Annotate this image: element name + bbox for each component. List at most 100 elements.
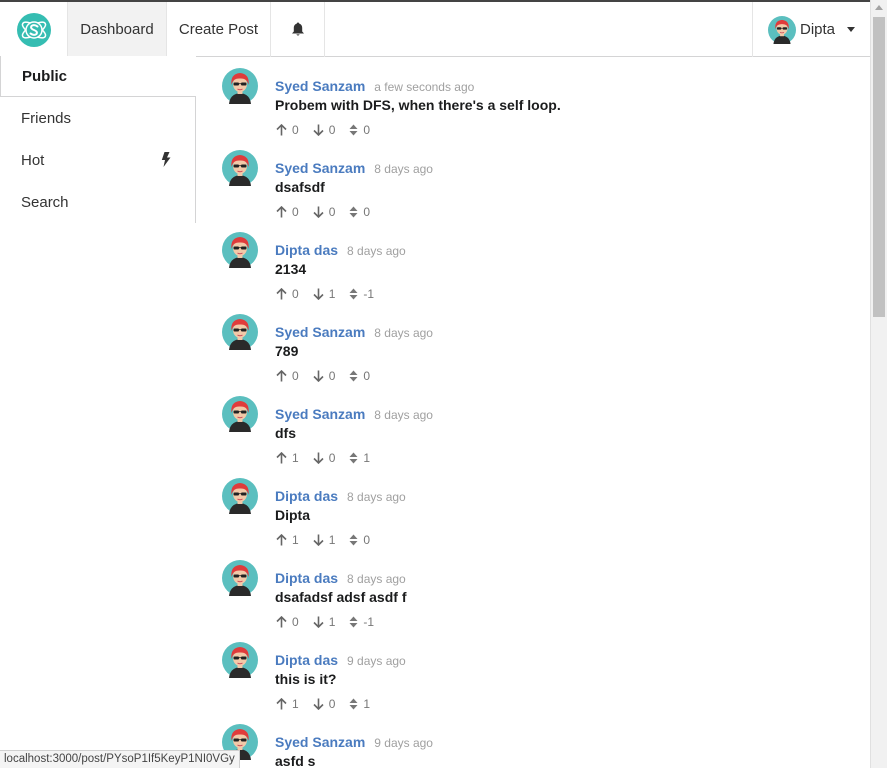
post-author-link[interactable]: Syed Sanzam	[275, 406, 365, 422]
sidebar-menu: Public Friends Hot Search	[0, 56, 196, 223]
author-avatar[interactable]	[222, 560, 258, 596]
downvote-button[interactable]: 0	[313, 697, 336, 711]
post-text[interactable]: Dipta	[275, 507, 310, 523]
upvote-button[interactable]: 1	[276, 697, 299, 711]
nav-create-post[interactable]: Create Post	[167, 2, 271, 57]
bell-icon	[291, 22, 304, 36]
bolt-icon	[161, 152, 171, 167]
upvote-count: 1	[292, 697, 299, 711]
post-author-link[interactable]: Syed Sanzam	[275, 734, 365, 750]
score: 0	[349, 533, 370, 547]
downvote-button[interactable]: 1	[313, 533, 336, 547]
page-scrollbar[interactable]	[870, 0, 887, 768]
post-author-link[interactable]: Dipta das	[275, 570, 338, 586]
post-meta: Dipta das 8 days ago	[275, 242, 406, 258]
post-votes: 0 1 -1	[276, 287, 388, 301]
score: 1	[349, 697, 370, 711]
score: -1	[349, 615, 374, 629]
arrow-up-icon	[276, 124, 287, 136]
scrollbar-thumb[interactable]	[873, 17, 885, 317]
downvote-button[interactable]: 1	[313, 615, 336, 629]
post-author-link[interactable]: Dipta das	[275, 652, 338, 668]
post-author-link[interactable]: Dipta das	[275, 488, 338, 504]
downvote-button[interactable]: 0	[313, 451, 335, 465]
post-text[interactable]: dsafadsf adsf asdf f	[275, 589, 406, 605]
post-author-link[interactable]: Syed Sanzam	[275, 78, 365, 94]
downvote-count: 0	[328, 697, 336, 711]
feed-post: Dipta das 9 days ago this is it? 1 0 1	[222, 642, 862, 724]
author-avatar[interactable]	[222, 150, 258, 186]
upvote-button[interactable]: 0	[276, 369, 299, 383]
post-text[interactable]: Probem with DFS, when there's a self loo…	[275, 97, 561, 113]
author-avatar[interactable]	[222, 232, 258, 268]
score: 0	[349, 123, 370, 137]
post-text[interactable]: 2134	[275, 261, 306, 277]
post-text[interactable]: dfs	[275, 425, 296, 441]
arrow-up-icon	[276, 452, 287, 464]
arrow-down-icon	[313, 452, 324, 464]
author-avatar[interactable]	[222, 314, 258, 350]
logo[interactable]	[0, 2, 68, 57]
sort-icon	[349, 370, 358, 382]
score-value: -1	[363, 287, 375, 301]
author-avatar[interactable]	[222, 68, 258, 104]
scroll-up-icon[interactable]	[875, 5, 883, 10]
upvote-button[interactable]: 0	[276, 205, 299, 219]
upvote-count: 0	[292, 615, 299, 629]
feed-post: Syed Sanzam 9 days ago asfd s	[222, 724, 862, 768]
downvote-button[interactable]: 0	[313, 369, 335, 383]
post-text[interactable]: asfd s	[275, 753, 315, 768]
post-text[interactable]: this is it?	[275, 671, 336, 687]
arrow-down-icon	[313, 698, 324, 710]
link-status-bar: localhost:3000/post/PYsoP1If5KeyP1NI0VGy	[0, 750, 240, 768]
post-timestamp: 9 days ago	[347, 654, 406, 668]
nav-create-post-label: Create Post	[178, 21, 259, 38]
feed-post: Syed Sanzam 8 days ago dfs 1 0 1	[222, 396, 862, 478]
upvote-button[interactable]: 0	[276, 615, 299, 629]
upvote-button[interactable]: 0	[276, 287, 299, 301]
score-value: 0	[363, 205, 371, 219]
score: 0	[349, 205, 370, 219]
upvote-count: 1	[292, 451, 299, 465]
post-author-link[interactable]: Syed Sanzam	[275, 160, 365, 176]
post-author-link[interactable]: Dipta das	[275, 242, 338, 258]
post-timestamp: 8 days ago	[374, 162, 433, 176]
post-meta: Syed Sanzam 8 days ago	[275, 324, 433, 340]
sidebar-item-friends[interactable]: Friends	[0, 97, 195, 139]
arrow-down-icon	[313, 288, 324, 300]
post-meta: Syed Sanzam 9 days ago	[275, 734, 433, 750]
upvote-button[interactable]: 0	[276, 123, 299, 137]
sort-icon	[349, 206, 358, 218]
author-avatar[interactable]	[222, 396, 258, 432]
downvote-count: 0	[328, 123, 336, 137]
score: 0	[349, 369, 370, 383]
post-author-link[interactable]: Syed Sanzam	[275, 324, 365, 340]
score-value: 0	[363, 533, 371, 547]
sidebar-item-public[interactable]: Public	[0, 56, 196, 97]
post-timestamp: 9 days ago	[374, 736, 433, 750]
arrow-down-icon	[313, 124, 324, 136]
post-timestamp: 8 days ago	[347, 244, 406, 258]
downvote-button[interactable]: 0	[313, 123, 336, 137]
downvote-button[interactable]: 0	[313, 205, 335, 219]
post-meta: Syed Sanzam 8 days ago	[275, 160, 433, 176]
downvote-count: 1	[328, 615, 336, 629]
author-avatar[interactable]	[222, 642, 258, 678]
author-avatar[interactable]	[222, 478, 258, 514]
sidebar-item-search[interactable]: Search	[0, 181, 195, 223]
post-text[interactable]: 789	[275, 343, 298, 359]
nav-dashboard[interactable]: Dashboard	[68, 2, 167, 57]
downvote-count: 1	[328, 533, 336, 547]
feed-post: Syed Sanzam 8 days ago dsafsdf 0 0 0	[222, 150, 862, 232]
post-timestamp: a few seconds ago	[374, 80, 475, 94]
post-feed: Syed Sanzam a few seconds ago Probem wit…	[222, 68, 862, 768]
post-timestamp: 8 days ago	[374, 408, 433, 422]
downvote-button[interactable]: 1	[313, 287, 335, 301]
upvote-count: 0	[292, 369, 299, 383]
sidebar-item-hot[interactable]: Hot	[0, 139, 195, 181]
upvote-button[interactable]: 1	[276, 451, 299, 465]
notifications-button[interactable]	[271, 2, 325, 57]
post-text[interactable]: dsafsdf	[275, 179, 325, 195]
upvote-button[interactable]: 1	[276, 533, 299, 547]
user-menu[interactable]: Dipta	[752, 2, 870, 57]
